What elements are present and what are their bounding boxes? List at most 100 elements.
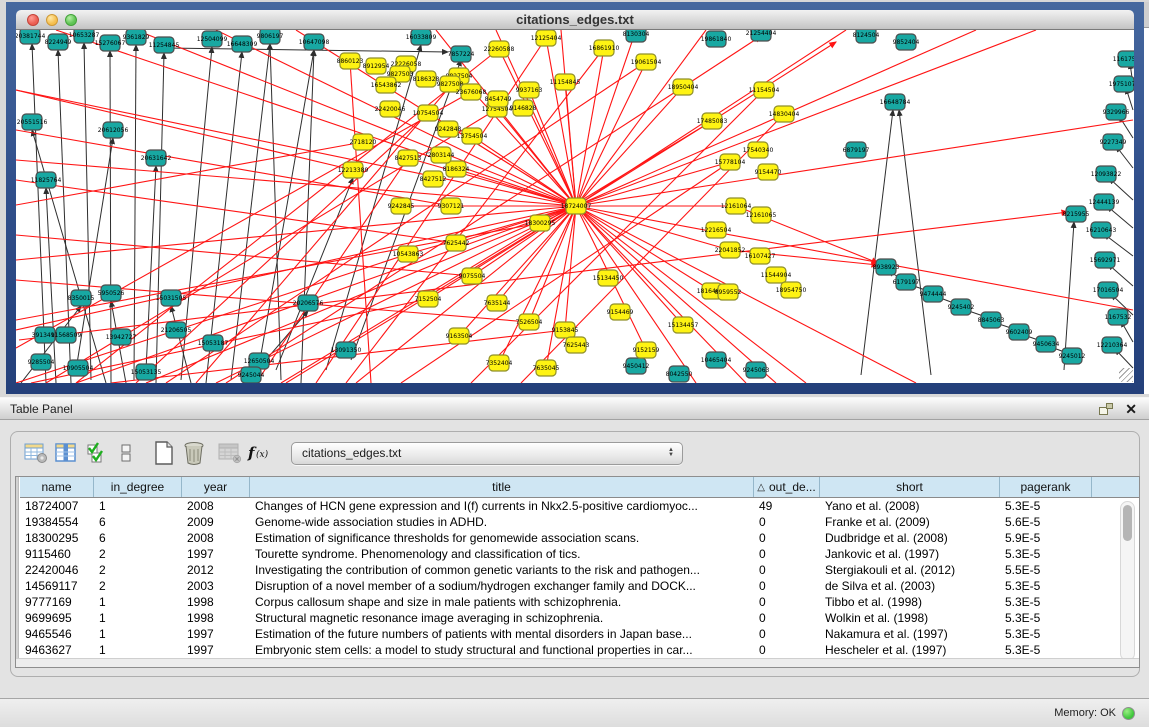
table-cell[interactable]: 2 (94, 579, 182, 593)
table-select-dropdown[interactable]: citations_edges.txt ▲▼ (291, 442, 683, 465)
table-cell[interactable]: Yano et al. (2008) (820, 499, 1000, 513)
table-cell[interactable]: 9777169 (20, 595, 94, 609)
table-cell[interactable]: 5.3E-5 (1000, 627, 1092, 641)
table-cell[interactable]: 6 (94, 515, 182, 529)
column-header-year[interactable]: year (182, 477, 250, 497)
table-cell[interactable]: 2003 (182, 579, 250, 593)
table-cell[interactable]: 22420046 (20, 563, 94, 577)
selected-edge[interactable] (16, 90, 353, 170)
table-cell[interactable]: 5.3E-5 (1000, 499, 1092, 513)
column-header-pagerank[interactable]: pagerank (1000, 477, 1092, 497)
table-row[interactable]: 2242004622012Investigating the contribut… (20, 562, 1139, 578)
select-column-button[interactable] (51, 439, 81, 467)
function-builder-button[interactable]: f (x) (245, 439, 275, 467)
table-cell[interactable]: Structural magnetic resonance image aver… (250, 611, 754, 625)
table-cell[interactable]: 2 (94, 563, 182, 577)
selected-edge[interactable] (76, 49, 499, 383)
scrollbar-thumb[interactable] (1123, 505, 1132, 541)
table-cell[interactable]: 2008 (182, 531, 250, 545)
table-cell[interactable]: 9115460 (20, 547, 94, 561)
table-cell[interactable]: 14569117 (20, 579, 94, 593)
table-cell[interactable]: 0 (754, 627, 820, 641)
table-cell[interactable]: 1 (94, 627, 182, 641)
table-row[interactable]: 1830029562008Estimation of significance … (20, 530, 1139, 546)
table-cell[interactable]: 19384554 (20, 515, 94, 529)
selected-edge[interactable] (576, 120, 1133, 206)
table-cell[interactable]: de Silva et al. (2003) (820, 579, 1000, 593)
selected-edge[interactable] (316, 38, 546, 383)
table-cell[interactable]: Changes of HCN gene expression and I(f) … (250, 499, 754, 513)
table-cell[interactable]: Tibbo et al. (1998) (820, 595, 1000, 609)
selected-edge[interactable] (472, 206, 576, 276)
citation-network-graph[interactable]: 2038174482249491065328715276067936182911… (16, 30, 1134, 383)
table-row[interactable]: 1872400712008Changes of HCN gene express… (20, 498, 1139, 514)
table-cell[interactable]: 1 (94, 611, 182, 625)
table-cell[interactable]: 9465546 (20, 627, 94, 641)
network-window-titlebar[interactable]: citations_edges.txt (16, 10, 1134, 30)
table-cell[interactable]: Corpus callosum shape and size in male p… (250, 595, 754, 609)
close-panel-icon[interactable]: ✕ (1125, 402, 1137, 416)
window-resize-grip[interactable] (1119, 368, 1133, 382)
table-cell[interactable]: 1998 (182, 611, 250, 625)
table-cell[interactable]: 1998 (182, 595, 250, 609)
table-cell[interactable]: 9699695 (20, 611, 94, 625)
table-cell[interactable]: 0 (754, 643, 820, 657)
table-cell[interactable]: Dudbridge et al. (2008) (820, 531, 1000, 545)
citation-edge[interactable] (276, 178, 353, 370)
selected-edge[interactable] (216, 30, 576, 206)
table-cell[interactable]: 6 (94, 531, 182, 545)
table-cell[interactable]: Wolkin et al. (1998) (820, 611, 1000, 625)
float-panel-icon[interactable] (1099, 403, 1113, 415)
table-cell[interactable]: 0 (754, 547, 820, 561)
selected-edge[interactable] (576, 206, 696, 383)
table-cell[interactable]: 18300295 (20, 531, 94, 545)
table-cell[interactable]: 1997 (182, 627, 250, 641)
column-header-name[interactable]: name (20, 477, 94, 497)
table-row[interactable]: 969969511998Structural magnetic resonanc… (20, 610, 1139, 626)
table-cell[interactable]: 1997 (182, 547, 250, 561)
vertical-scrollbar[interactable] (1120, 501, 1135, 661)
select-all-checks-button[interactable] (81, 439, 111, 467)
table-cell[interactable]: 5.5E-5 (1000, 563, 1092, 577)
table-cell[interactable]: 0 (754, 531, 820, 545)
table-cell[interactable]: 9463627 (20, 643, 94, 657)
table-cell[interactable]: Hescheler et al. (1997) (820, 643, 1000, 657)
table-cell[interactable]: 0 (754, 563, 820, 577)
table-cell[interactable]: 5.3E-5 (1000, 547, 1092, 561)
table-cell[interactable]: Nakamura et al. (1997) (820, 627, 1000, 641)
table-cell[interactable]: 0 (754, 579, 820, 593)
table-cell[interactable]: 1 (94, 643, 182, 657)
table-cell[interactable]: Estimation of significance thresholds fo… (250, 531, 754, 545)
table-cell[interactable]: 1 (94, 499, 182, 513)
delete-trash-button[interactable] (179, 439, 209, 467)
column-header-out_de[interactable]: △out_de... (754, 477, 820, 497)
column-header-title[interactable]: title (250, 477, 754, 497)
table-row[interactable]: 911546021997Tourette syndrome. Phenomeno… (20, 546, 1139, 562)
citation-edge[interactable] (32, 130, 106, 383)
citation-edge[interactable] (899, 110, 931, 375)
table-cell[interactable]: 2008 (182, 499, 250, 513)
selected-edge[interactable] (546, 38, 576, 206)
table-cell[interactable]: 0 (754, 515, 820, 529)
table-cell[interactable]: 0 (754, 595, 820, 609)
table-row[interactable]: 1938455462009Genome-wide association stu… (20, 514, 1139, 530)
table-cell[interactable]: Genome-wide association studies in ADHD. (250, 515, 754, 529)
memory-status-indicator[interactable] (1122, 707, 1135, 720)
horizontal-scrollbar[interactable] (16, 658, 1139, 667)
network-canvas[interactable]: 2038174482249491065328715276067936182911… (16, 30, 1134, 383)
table-row[interactable]: 977716911998Corpus callosum shape and si… (20, 594, 1139, 610)
selected-edge[interactable] (497, 109, 576, 206)
table-cell[interactable]: Stergiakouli et al. (2012) (820, 563, 1000, 577)
table-cell[interactable]: 2009 (182, 515, 250, 529)
table-cell[interactable]: Jankovic et al. (1997) (820, 547, 1000, 561)
table-cell[interactable]: 5.6E-5 (1000, 515, 1092, 529)
selected-edge[interactable] (16, 142, 363, 205)
table-cell[interactable]: 18724007 (20, 499, 94, 513)
new-document-button[interactable] (149, 439, 179, 467)
selected-edge[interactable] (576, 162, 730, 206)
row-height-button[interactable] (111, 439, 141, 467)
table-cell[interactable]: Investigating the contribution of common… (250, 563, 754, 577)
table-cell[interactable]: 1997 (182, 643, 250, 657)
selected-edge[interactable] (16, 206, 576, 260)
table-row[interactable]: 946362711997Embryonic stem cells: a mode… (20, 642, 1139, 658)
